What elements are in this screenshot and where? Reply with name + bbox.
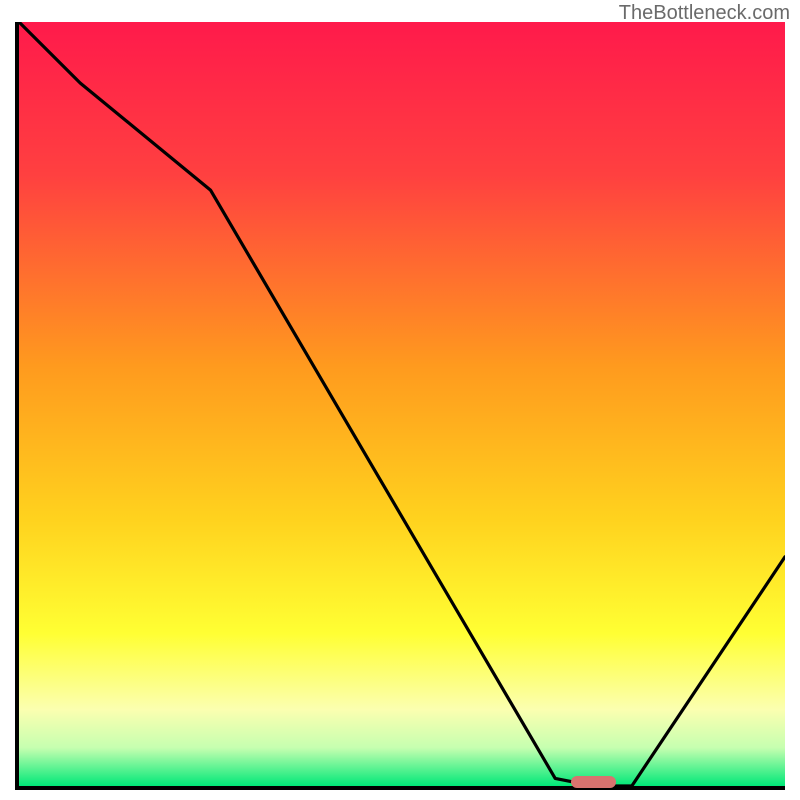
- optimum-marker: [571, 776, 617, 788]
- chart-plot-area: [15, 22, 785, 790]
- bottleneck-curve: [19, 22, 785, 786]
- watermark-text: TheBottleneck.com: [619, 2, 790, 25]
